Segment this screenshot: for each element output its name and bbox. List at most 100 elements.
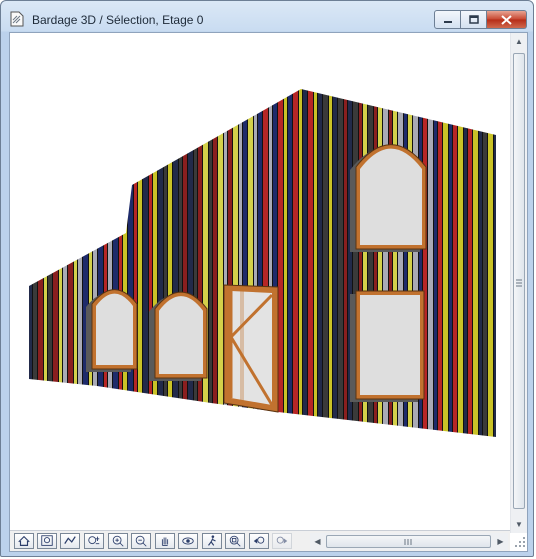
cladding-board <box>164 89 167 437</box>
cladding-board <box>44 89 47 437</box>
cladding-board <box>194 89 197 437</box>
cladding-board <box>123 89 127 437</box>
maximize-icon <box>468 15 479 24</box>
cladding-board <box>98 89 103 437</box>
scroll-right-icon[interactable]: ▶ <box>493 533 508 550</box>
cladding-board <box>78 89 82 437</box>
grip-icon <box>404 539 412 545</box>
app-window: Bardage 3D / Sélection, Etage 0 ▲ ▼ ◀ ▶ <box>0 0 534 557</box>
zoom-in-button[interactable] <box>108 533 128 549</box>
cladding-board <box>284 89 287 437</box>
cladding-board <box>464 89 467 437</box>
close-button[interactable] <box>487 10 527 29</box>
cladding-board <box>468 89 472 437</box>
scroll-left-icon[interactable]: ◀ <box>310 533 325 550</box>
cladding-board <box>198 89 202 437</box>
vertical-scroll-thumb[interactable] <box>513 53 525 509</box>
cladding-board <box>149 89 152 437</box>
cladding-3d-view[interactable] <box>10 33 510 530</box>
cladding-board <box>278 89 283 437</box>
pan-hand-button[interactable] <box>155 533 175 549</box>
client-area: ▲ ▼ ◀ ▶ <box>9 32 528 552</box>
cladding-board <box>128 89 133 437</box>
cladding-board <box>449 89 452 437</box>
next-view-icon <box>276 536 288 544</box>
horizontal-scrollbar[interactable]: ◀ ▶ <box>310 533 508 550</box>
resize-grip-icon[interactable] <box>513 533 527 550</box>
cladding-board <box>483 89 487 437</box>
cladding-board <box>108 89 112 437</box>
cladding-board <box>299 89 302 437</box>
orbit-button[interactable] <box>178 533 198 549</box>
cladding-board <box>113 89 118 437</box>
cladding-board <box>428 89 433 437</box>
close-icon <box>501 14 512 25</box>
cladding-board <box>293 89 298 437</box>
cladding-board <box>173 89 178 437</box>
view-toolbar: ◀ ▶ <box>10 530 510 551</box>
cladding-board <box>209 89 212 437</box>
cladding-board <box>338 89 343 437</box>
cladding-board <box>473 89 478 437</box>
arched-window-middle <box>149 291 208 381</box>
cladding-board <box>344 89 347 437</box>
door <box>223 284 279 413</box>
cladding-board <box>104 89 107 437</box>
zoom-out-icon <box>135 535 147 547</box>
cladding-board <box>138 89 142 437</box>
next-view-button[interactable] <box>272 533 292 549</box>
3d-viewport[interactable] <box>10 33 510 530</box>
zoom-to-fit-icon <box>41 535 53 546</box>
previous-view-button[interactable] <box>249 533 269 549</box>
maximize-button[interactable] <box>461 10 487 29</box>
cladding-board <box>89 89 92 437</box>
cladding-board <box>488 89 493 437</box>
cladding-board <box>134 89 137 437</box>
cladding-board <box>68 89 73 437</box>
zoom-out-button[interactable] <box>131 533 151 549</box>
cladding-board <box>83 89 88 437</box>
cladding-board <box>458 89 463 437</box>
zoom-to-fit-button[interactable] <box>37 533 57 549</box>
scroll-up-icon[interactable]: ▲ <box>511 33 527 50</box>
cladding-board <box>438 89 442 437</box>
zoom-region-button[interactable] <box>225 533 245 549</box>
walk-button[interactable] <box>202 533 222 549</box>
previous-view-icon <box>253 536 265 544</box>
cladding-board <box>308 89 313 437</box>
arched-window-upper-right <box>350 144 427 252</box>
cladding-board <box>443 89 448 437</box>
cladding-board <box>158 89 163 437</box>
cladding-board <box>329 89 332 437</box>
cladding-board <box>153 89 157 437</box>
home-view-button[interactable] <box>14 533 34 549</box>
zoom-plus-minus-button[interactable] <box>84 533 104 549</box>
cladding-board <box>323 89 328 437</box>
cladding-board <box>93 89 97 437</box>
zoom-region-icon <box>229 535 241 547</box>
zoom-plus-minus-icon <box>88 536 100 545</box>
window-lower-right <box>350 290 425 402</box>
horizontal-scroll-thumb[interactable] <box>326 535 491 548</box>
pan-hand-icon <box>161 537 169 546</box>
navigation-button[interactable] <box>60 533 80 549</box>
scroll-down-icon[interactable]: ▼ <box>511 516 527 533</box>
cladding-board <box>179 89 182 437</box>
cladding-board <box>183 89 187 437</box>
walk-icon <box>208 535 216 546</box>
cladding-board <box>288 89 292 437</box>
cladding-board <box>203 89 208 437</box>
cladding-board <box>29 89 32 437</box>
title-bar[interactable]: Bardage 3D / Sélection, Etage 0 <box>1 1 533 32</box>
minimize-icon <box>443 20 452 23</box>
home-view-icon <box>18 535 30 546</box>
cladding-board <box>494 89 496 437</box>
cladding-board <box>143 89 148 437</box>
vertical-scrollbar[interactable]: ▲ ▼ <box>510 33 527 533</box>
cladding-board <box>318 89 322 437</box>
cladding-board <box>33 89 37 437</box>
navigation-icon <box>64 536 76 544</box>
cladding-board <box>453 89 457 437</box>
minimize-button[interactable] <box>434 10 461 29</box>
arched-window-left <box>86 289 138 372</box>
